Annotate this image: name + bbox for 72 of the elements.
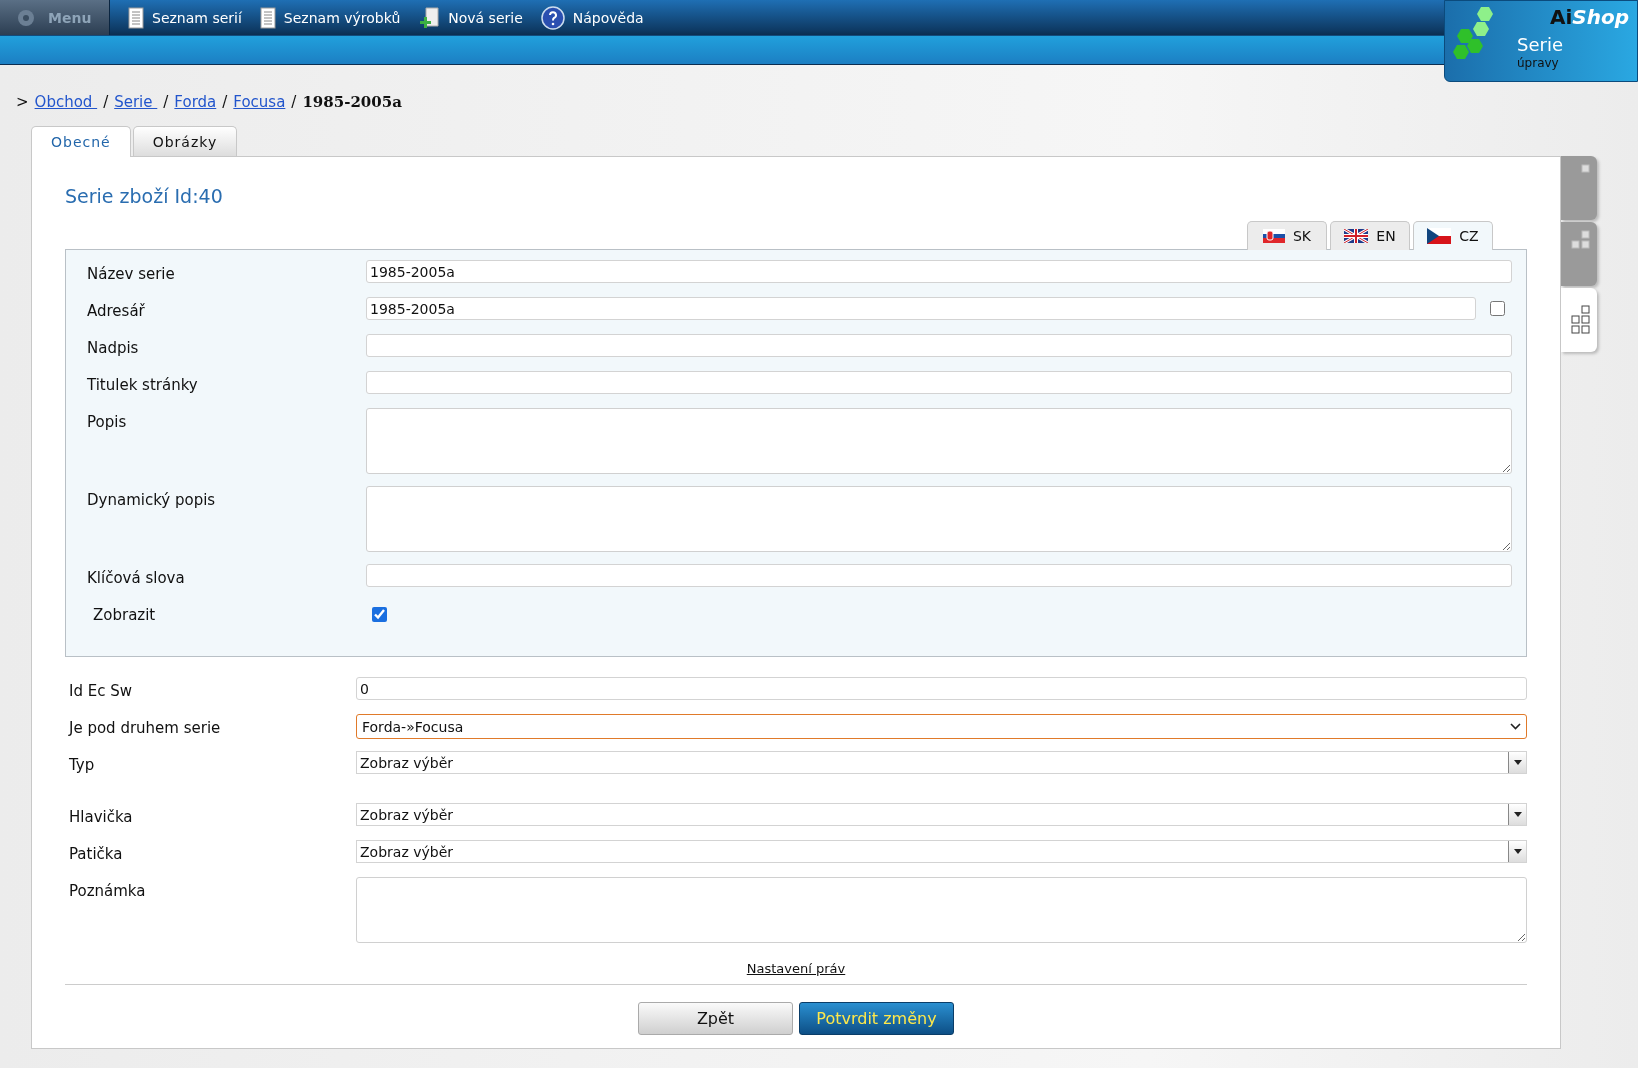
logo-title: Serie — [1517, 34, 1563, 55]
breadcrumb-separator: / — [163, 93, 169, 111]
field-label: Patička — [69, 844, 124, 863]
side-tab[interactable] — [1561, 288, 1597, 352]
field-label: Typ — [69, 755, 96, 774]
slovak-flag-icon — [1262, 229, 1285, 243]
toolbar-link[interactable]: Seznam serií — [128, 6, 242, 29]
squares-grid-icon — [1571, 305, 1591, 335]
document-icon — [259, 6, 276, 29]
caret-icon — [1513, 849, 1522, 854]
text-area[interactable] — [356, 877, 1527, 943]
side-tab[interactable] — [1561, 156, 1597, 220]
document-icon — [128, 6, 144, 29]
tab[interactable]: Obecné — [31, 126, 131, 157]
czech-flag-icon — [1427, 228, 1452, 244]
field-label: Id Ec Sw — [69, 681, 133, 700]
breadcrumb-link[interactable]: Focusa — [233, 93, 286, 111]
field-label: Zobrazit — [92, 605, 157, 624]
field-label: Nadpis — [87, 338, 140, 357]
confirm-button[interactable]: Potvrdit změny — [799, 1002, 954, 1035]
breadcrumb-separator: / — [291, 93, 297, 111]
checkbox[interactable] — [372, 607, 387, 622]
breadcrumb-separator: / — [103, 93, 109, 111]
checkbox[interactable] — [1490, 301, 1505, 316]
field-label: Dynamický popis — [87, 490, 217, 509]
caret-icon — [1513, 812, 1522, 817]
text-field[interactable]: 1985-2005a — [366, 297, 1476, 320]
dropdown-field[interactable]: Zobraz výběr — [356, 803, 1527, 826]
language-tab[interactable]: CZ — [1413, 221, 1493, 250]
side-tab[interactable] — [1561, 222, 1597, 286]
chevron-down-icon — [1510, 723, 1521, 730]
dropdown-field[interactable]: Zobraz výběr — [356, 840, 1527, 863]
field-label: Popis — [87, 412, 128, 431]
toolbar-link[interactable]: Nápověda — [540, 5, 644, 30]
text-field[interactable] — [366, 334, 1512, 357]
breadcrumb-link[interactable]: Obchod — [34, 93, 98, 111]
dropdown-field[interactable]: Zobraz výběr — [356, 751, 1527, 774]
squares-icon — [1571, 230, 1591, 250]
language-tab[interactable]: SK — [1247, 221, 1327, 250]
field-label: Je pod druhem serie — [69, 718, 222, 737]
toolbar-link[interactable]: Nová serie — [418, 6, 523, 29]
toolbar-link[interactable]: Seznam výrobků — [259, 6, 401, 29]
back-button[interactable]: Zpět — [638, 1002, 793, 1035]
help-icon — [540, 5, 565, 30]
field-label: Adresář — [87, 301, 146, 320]
caret-icon — [1513, 760, 1522, 765]
text-field[interactable] — [366, 371, 1512, 394]
new-document-icon — [418, 6, 441, 29]
text-area[interactable] — [366, 486, 1512, 552]
brand-name: AiShop — [1549, 5, 1629, 29]
language-tab[interactable]: EN — [1330, 221, 1410, 250]
select-field[interactable]: Forda-»Focusa — [356, 714, 1527, 739]
square-icon — [1581, 164, 1591, 174]
breadcrumb-link[interactable]: Serie — [114, 93, 158, 111]
field-label: Poznámka — [69, 881, 147, 900]
rights-link[interactable]: Nastavení práv — [746, 961, 846, 976]
field-label: Titulek stránky — [87, 375, 199, 394]
breadcrumb-link[interactable]: Forda — [174, 93, 217, 111]
logo-subtitle: úpravy — [1517, 56, 1559, 70]
breadcrumb-separator: / — [222, 93, 228, 111]
text-field[interactable]: 0 — [356, 677, 1527, 700]
field-label: Název serie — [87, 264, 176, 283]
field-label: Klíčová slova — [87, 568, 186, 587]
tab[interactable]: Obrázky — [132, 126, 238, 156]
text-field[interactable] — [366, 564, 1512, 587]
section-heading: Serie zboží Id:40 — [65, 185, 224, 207]
text-field[interactable]: 1985-2005a — [366, 260, 1512, 283]
breadcrumb-marker: > — [16, 93, 29, 111]
uk-flag-icon — [1344, 229, 1369, 243]
breadcrumb-current: 1985-2005a — [302, 93, 402, 111]
text-area[interactable] — [366, 408, 1512, 474]
field-label: Hlavička — [69, 807, 134, 826]
